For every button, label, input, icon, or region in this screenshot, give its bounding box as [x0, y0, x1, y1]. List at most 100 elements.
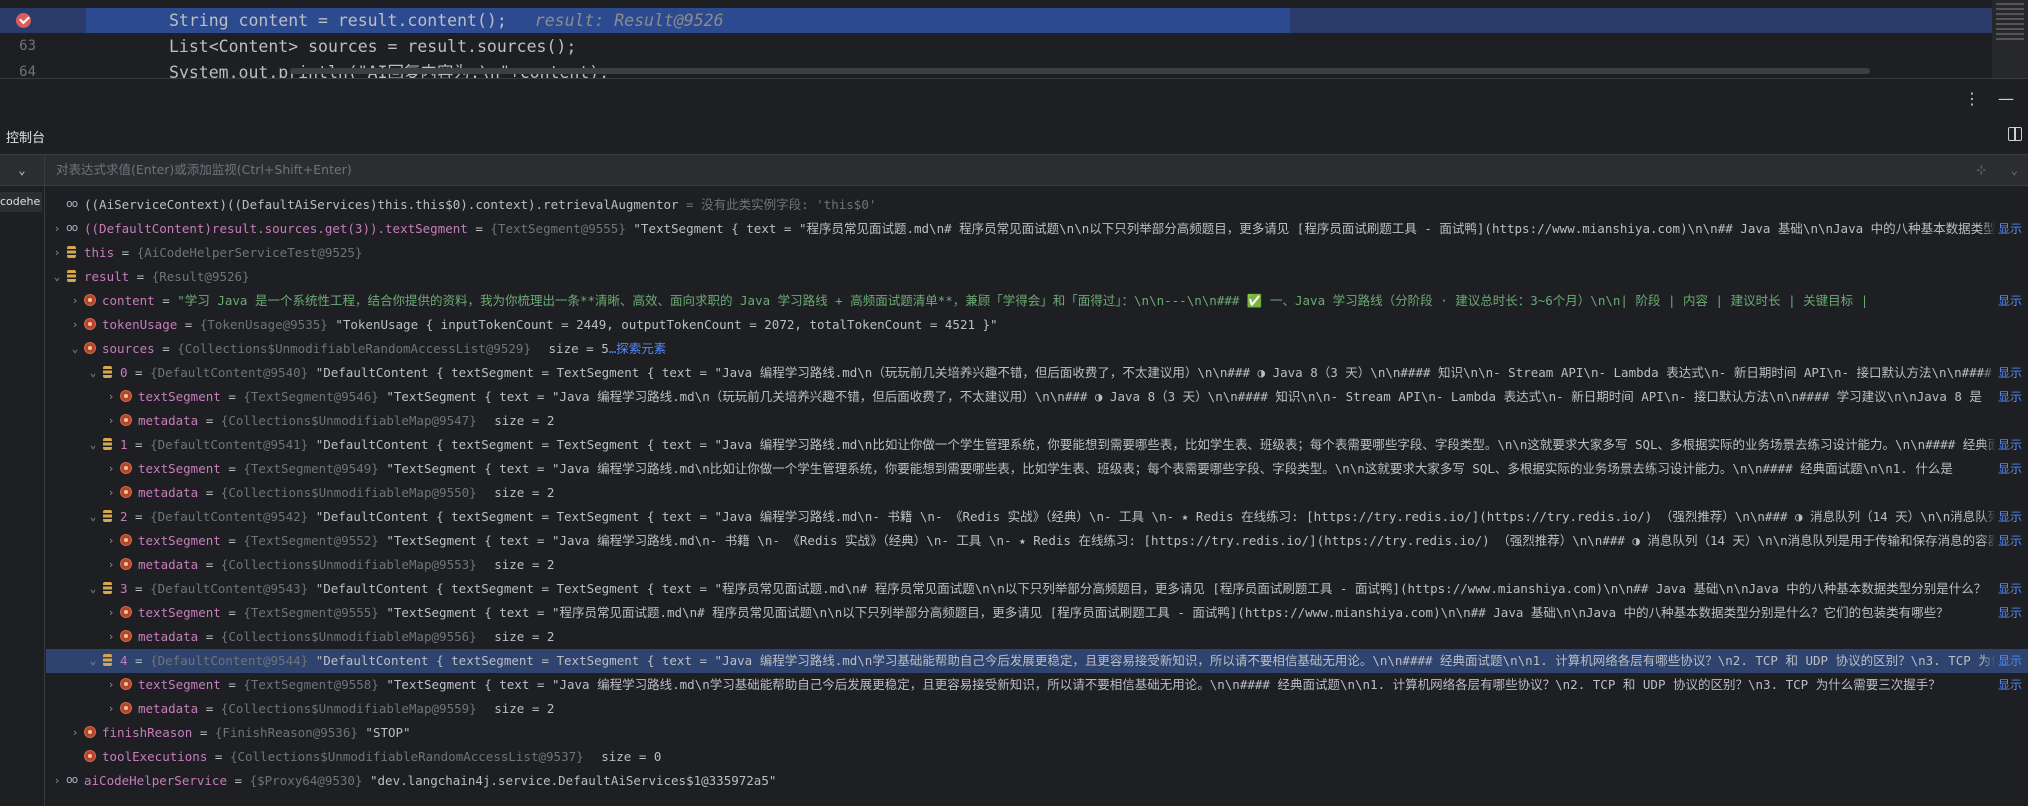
- expand-chevron-down-icon[interactable]: ⌄: [52, 265, 62, 289]
- variable-row[interactable]: › metadata = {Collections$UnmodifiableMap…: [46, 625, 2028, 649]
- expand-chevron-right-icon[interactable]: ›: [106, 553, 116, 577]
- variable-row[interactable]: › content = "学习 Java 是一个系统性工程，结合你提供的资料，我为…: [46, 289, 2028, 313]
- expand-chevron-right-icon[interactable]: ›: [106, 601, 116, 625]
- expand-chevron-right-icon[interactable]: ›: [106, 625, 116, 649]
- expand-chevron-right-icon[interactable]: ›: [106, 409, 116, 433]
- show-full-value-link[interactable]: 显示: [1981, 433, 2028, 457]
- variable-type: {DefaultContent@9540}: [150, 365, 309, 380]
- show-full-value-link[interactable]: 显示: [1981, 457, 2028, 481]
- evaluate-expression-input[interactable]: 对表达式求值(Enter)或添加监视(Ctrl+Shift+Enter): [56, 155, 352, 185]
- variable-name: metadata: [138, 413, 199, 428]
- variable-row[interactable]: › textSegment = {TextSegment@9555} "TextS…: [46, 601, 2028, 625]
- variable-name: metadata: [138, 701, 199, 716]
- list-icon: [102, 366, 114, 378]
- expand-chevron-right-icon[interactable]: ›: [106, 481, 116, 505]
- editor-line[interactable]: 63 List<Content> sources = result.source…: [0, 34, 2028, 59]
- expand-chevron-right-icon[interactable]: ›: [52, 217, 62, 241]
- variables-tree[interactable]: oo ((AiServiceContext)((DefaultAiServices…: [46, 193, 2028, 793]
- field-icon: [84, 342, 96, 354]
- panel-toolbar: ⋮ —: [1964, 79, 2028, 117]
- show-full-value-link[interactable]: 显示: [1981, 577, 2028, 601]
- expand-chevron-right-icon[interactable]: ›: [106, 385, 116, 409]
- variable-row[interactable]: ⌄ result = {Result@9526}: [46, 265, 2028, 289]
- list-icon: [102, 654, 114, 666]
- show-full-value-link[interactable]: 显示: [1981, 673, 2028, 697]
- breakpoint-icon[interactable]: [16, 13, 31, 28]
- expand-chevron-down-icon[interactable]: ⌄: [88, 577, 98, 601]
- expand-chevron-right-icon[interactable]: ›: [106, 457, 116, 481]
- variable-text: metadata = {Collections$UnmodifiableMap@…: [138, 697, 554, 721]
- layout-icon[interactable]: [2008, 127, 2022, 141]
- variable-row[interactable]: ⌄ 1 = {DefaultContent@9541} "DefaultConte…: [46, 433, 2028, 457]
- expand-chevron-down-icon[interactable]: ⌄: [88, 649, 98, 673]
- more-options-icon[interactable]: ⋮: [1964, 89, 1980, 108]
- variable-row[interactable]: › textSegment = {TextSegment@9546} "TextS…: [46, 385, 2028, 409]
- variable-row[interactable]: › oo aiCodeHelperService = {$Proxy64@9530}…: [46, 769, 2028, 793]
- expand-chevron-right-icon[interactable]: ›: [52, 241, 62, 265]
- expand-chevron-right-icon[interactable]: ›: [70, 313, 80, 337]
- variable-row[interactable]: › metadata = {Collections$UnmodifiableMap…: [46, 697, 2028, 721]
- variable-row[interactable]: › this = {AiCodeHelperServiceTest@9525}: [46, 241, 2028, 265]
- show-full-value-link[interactable]: 显示: [1981, 529, 2028, 553]
- editor-line-current[interactable]: String content = result.content(); result…: [0, 8, 2028, 33]
- variable-row[interactable]: toolExecutions = {Collections$Unmodifiab…: [46, 745, 2028, 769]
- expand-chevron-down-icon[interactable]: ⌄: [70, 337, 80, 361]
- equals-sign: =: [220, 533, 244, 548]
- console-tab[interactable]: 控制台: [6, 127, 45, 146]
- variable-row[interactable]: › finishReason = {FinishReason@9536} "STO…: [46, 721, 2028, 745]
- show-full-value-link[interactable]: 显示: [1981, 361, 2028, 385]
- show-full-value-link[interactable]: 显示: [1981, 649, 2028, 673]
- expand-chevron-down-icon[interactable]: ⌄: [88, 361, 98, 385]
- show-full-value-link[interactable]: 显示: [1981, 601, 2028, 625]
- debug-panel-header: ⋮ —: [0, 78, 2028, 119]
- variable-row[interactable]: › textSegment = {TextSegment@9552} "TextS…: [46, 529, 2028, 553]
- watch-icon: oo: [66, 773, 78, 786]
- variable-row[interactable]: ⌄ 0 = {DefaultContent@9540} "DefaultConte…: [46, 361, 2028, 385]
- variable-row[interactable]: ⌄ 3 = {DefaultContent@9543} "DefaultConte…: [46, 577, 2028, 601]
- variable-name: 4: [120, 653, 128, 668]
- expand-chevron-right-icon[interactable]: ›: [106, 673, 116, 697]
- editor-horizontal-scrollbar[interactable]: [290, 68, 1870, 74]
- variable-row[interactable]: › metadata = {Collections$UnmodifiableMap…: [46, 553, 2028, 577]
- code-editor[interactable]: String content = result.content(); result…: [0, 0, 2028, 78]
- show-full-value-link[interactable]: 显示: [1981, 289, 2028, 313]
- expand-chevron-right-icon[interactable]: ›: [70, 721, 80, 745]
- variable-row[interactable]: › tokenUsage = {TokenUsage@9535} "TokenUs…: [46, 313, 2028, 337]
- expand-chevron-right-icon[interactable]: ›: [70, 289, 80, 313]
- expand-chevron-right-icon[interactable]: ›: [52, 769, 62, 793]
- minimize-icon[interactable]: —: [1998, 89, 2014, 108]
- show-full-value-link[interactable]: 显示: [1981, 505, 2028, 529]
- editor-minimap[interactable]: [1992, 0, 2028, 78]
- variable-row[interactable]: › textSegment = {TextSegment@9558} "TextS…: [46, 673, 2028, 697]
- collapse-chevron-icon[interactable]: ⌄: [0, 155, 45, 185]
- expand-chevron-right-icon[interactable]: ›: [106, 529, 116, 553]
- explore-elements-link[interactable]: …探索元素: [609, 341, 667, 356]
- field-icon: [120, 462, 132, 474]
- equals-sign: =: [220, 389, 244, 404]
- variable-row[interactable]: ⌄ 4 = {DefaultContent@9544} "DefaultConte…: [46, 649, 2028, 673]
- field-icon: [120, 606, 132, 618]
- line-number: 64: [19, 64, 36, 78]
- show-full-value-link[interactable]: 显示: [1981, 217, 2028, 241]
- variable-row[interactable]: › textSegment = {TextSegment@9549} "TextS…: [46, 457, 2028, 481]
- equals-sign: =: [198, 413, 221, 428]
- chevron-down-icon[interactable]: ⌄: [2010, 155, 2018, 185]
- frames-divider[interactable]: [44, 186, 45, 806]
- expand-chevron-right-icon[interactable]: ›: [106, 697, 116, 721]
- equals-sign: =: [127, 365, 151, 380]
- frames-tab[interactable]: codehe: [0, 192, 42, 212]
- variable-row[interactable]: ⌄ sources = {Collections$UnmodifiableRand…: [46, 337, 2028, 361]
- variable-row[interactable]: › oo ((DefaultContent)result.sources.get(3…: [46, 217, 2028, 241]
- expand-chevron-down-icon[interactable]: ⌄: [88, 433, 98, 457]
- show-full-value-link[interactable]: 显示: [1981, 385, 2028, 409]
- expand-chevron-down-icon[interactable]: ⌄: [88, 505, 98, 529]
- variable-type: {AiCodeHelperServiceTest@9525}: [136, 245, 363, 260]
- variable-row[interactable]: › metadata = {Collections$UnmodifiableMap…: [46, 409, 2028, 433]
- variable-row[interactable]: ⌄ 2 = {DefaultContent@9542} "DefaultConte…: [46, 505, 2028, 529]
- variable-value: "DefaultContent { textSegment = TextSegm…: [315, 437, 2026, 452]
- watch-add-icon[interactable]: ⊹: [1976, 155, 1986, 185]
- equals-sign: =: [220, 605, 244, 620]
- variable-row[interactable]: › metadata = {Collections$UnmodifiableMap…: [46, 481, 2028, 505]
- equals-sign: =: [198, 557, 221, 572]
- variable-row[interactable]: oo ((AiServiceContext)((DefaultAiServices…: [46, 193, 2028, 217]
